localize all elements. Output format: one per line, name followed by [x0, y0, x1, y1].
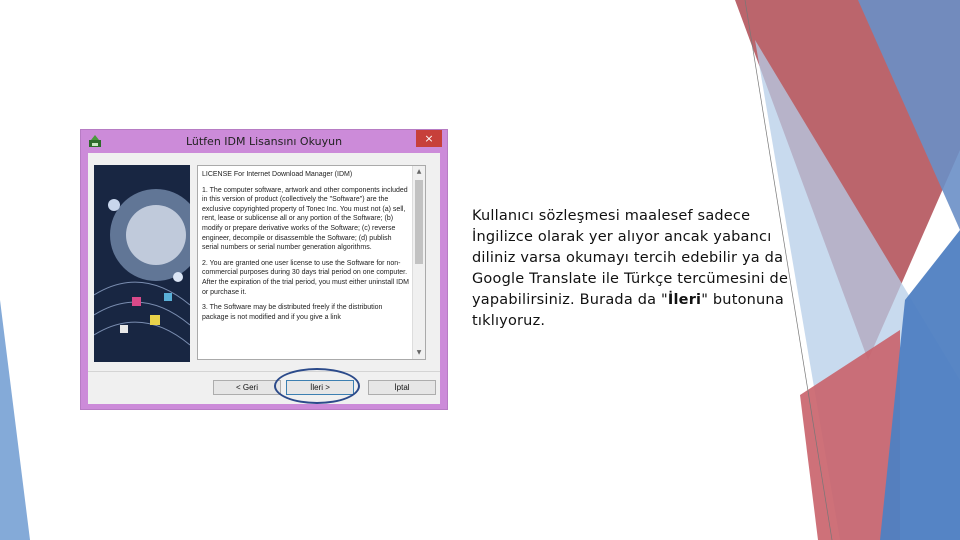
deco-left-blue-shape	[0, 300, 30, 540]
slide-caption: Kullanıcı sözleşmesi maalesef sadece İng…	[472, 206, 792, 332]
license-text: LICENSE For Internet Download Manager (I…	[202, 170, 410, 356]
caption-bold-label: İleri	[667, 292, 702, 308]
title-bar: Lütfen IDM Lisansını Okuyun ×	[81, 130, 447, 153]
back-button[interactable]: < Geri	[213, 380, 281, 395]
close-icon: ×	[424, 132, 434, 145]
close-button[interactable]: ×	[416, 130, 442, 147]
license-paragraph-2: 2. You are granted one user license to u…	[202, 259, 409, 296]
dialog-title: Lütfen IDM Lisansını Okuyun	[185, 135, 343, 148]
scroll-up-icon[interactable]: ▲	[413, 166, 425, 178]
license-scrollbar[interactable]: ▲ ▼	[412, 166, 425, 359]
license-paragraph-1: 1. The computer software, artwork and ot…	[202, 186, 408, 252]
scroll-down-icon[interactable]: ▼	[413, 347, 425, 359]
idm-banner-image	[94, 165, 190, 362]
divider	[88, 371, 440, 372]
scrollbar-thumb[interactable]	[415, 180, 423, 264]
license-paragraph-3: 3. The Software may be distributed freel…	[202, 304, 383, 321]
license-textbox[interactable]: LICENSE For Internet Download Manager (I…	[197, 165, 426, 360]
cancel-button[interactable]: İptal	[368, 380, 436, 395]
next-button-highlight	[274, 368, 360, 404]
license-dialog: Lütfen IDM Lisansını Okuyun × LICENSE Fo…	[80, 129, 448, 410]
dialog-content: LICENSE For Internet Download Manager (I…	[88, 153, 440, 404]
license-heading: LICENSE For Internet Download Manager (I…	[202, 171, 353, 178]
